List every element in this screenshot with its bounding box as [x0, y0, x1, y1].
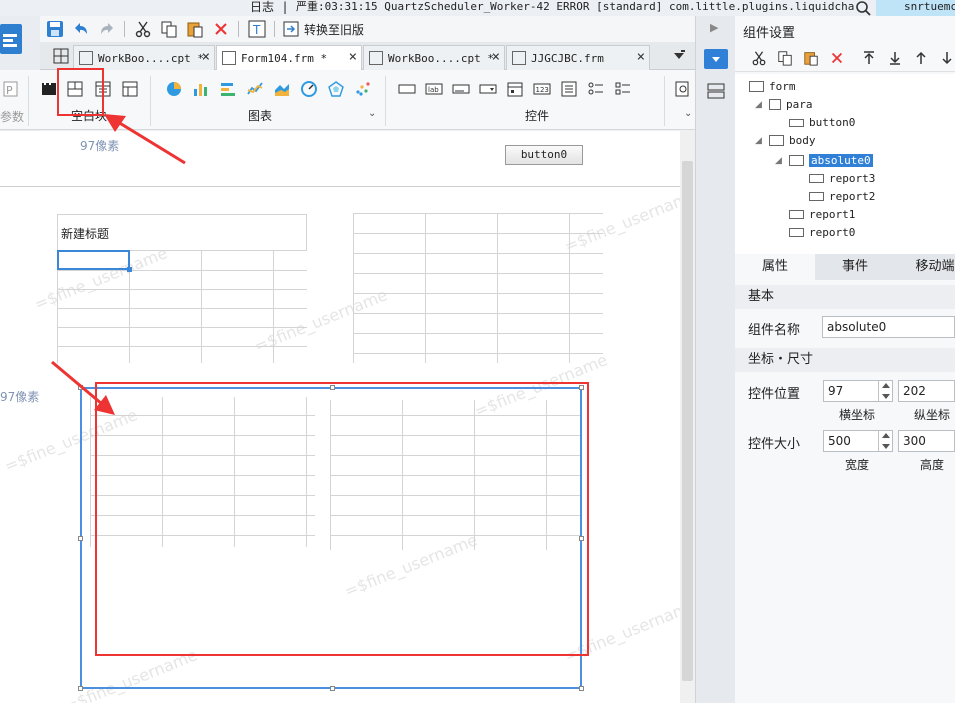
position-label: 控件位置: [748, 387, 801, 402]
widget-panel-icon[interactable]: [706, 82, 726, 100]
expand-icon[interactable]: ▶: [710, 21, 718, 34]
component-tree: form ◢ para button0 ◢ body ◢ absolute0 r…: [735, 74, 955, 254]
tree-node-body[interactable]: body: [769, 134, 816, 147]
size-label: 控件大小: [748, 437, 801, 452]
tree-node-form[interactable]: form: [749, 80, 796, 93]
expand-caret-icon[interactable]: ◢: [775, 156, 782, 166]
tab-properties[interactable]: 属性: [735, 254, 815, 280]
tree-node-button0[interactable]: button0: [789, 116, 855, 129]
tab-events[interactable]: 事件: [815, 254, 895, 280]
search-icon[interactable]: [855, 0, 873, 16]
move-top-icon[interactable]: [859, 48, 879, 68]
section-coords-size[interactable]: 坐标・尺寸: [735, 348, 955, 372]
component-settings-panel: 组件设置 form ◢ para button0 ◢ body ◢ absolu…: [735, 16, 955, 703]
copy-icon[interactable]: [775, 48, 795, 68]
height-label: 高度: [920, 458, 945, 472]
user-name[interactable]: snrtuemc: [876, 0, 955, 16]
tree-node-report2[interactable]: report2: [809, 190, 875, 203]
tree-node-report0[interactable]: report0: [789, 226, 855, 239]
tree-node-para[interactable]: para: [769, 98, 813, 111]
expand-caret-icon[interactable]: ◢: [755, 100, 762, 110]
pos-y-input[interactable]: 202: [898, 380, 955, 402]
component-settings-icon[interactable]: [704, 49, 728, 69]
x-label: 横坐标: [839, 408, 876, 422]
property-tabs: 属性 事件 移动端: [735, 254, 955, 280]
cut-icon[interactable]: [749, 48, 769, 68]
panel-toolbar: [735, 44, 955, 72]
annotation-arrows: [51, 114, 186, 415]
height-input[interactable]: 300: [898, 430, 955, 452]
right-strip: ▶: [695, 16, 735, 703]
expand-caret-icon[interactable]: ◢: [755, 136, 762, 146]
name-label: 组件名称: [748, 323, 801, 338]
pos-x-stepper[interactable]: [878, 380, 892, 402]
width-stepper[interactable]: [878, 430, 892, 452]
tree-node-absolute0[interactable]: absolute0: [789, 154, 873, 167]
paste-icon[interactable]: [801, 48, 821, 68]
panel-title: 组件设置: [743, 26, 796, 41]
move-down-icon[interactable]: [937, 48, 955, 68]
delete-icon[interactable]: [827, 48, 847, 68]
move-up-icon[interactable]: [911, 48, 931, 68]
section-basic[interactable]: 基本: [735, 285, 955, 309]
tree-node-report1[interactable]: report1: [789, 208, 855, 221]
component-name-input[interactable]: absolute0: [822, 316, 955, 338]
tab-mobile[interactable]: 移动端: [895, 254, 955, 280]
tree-node-report3[interactable]: report3: [809, 172, 875, 185]
width-label: 宽度: [845, 458, 870, 472]
y-label: 纵坐标: [914, 408, 951, 422]
move-bottom-icon[interactable]: [885, 48, 905, 68]
